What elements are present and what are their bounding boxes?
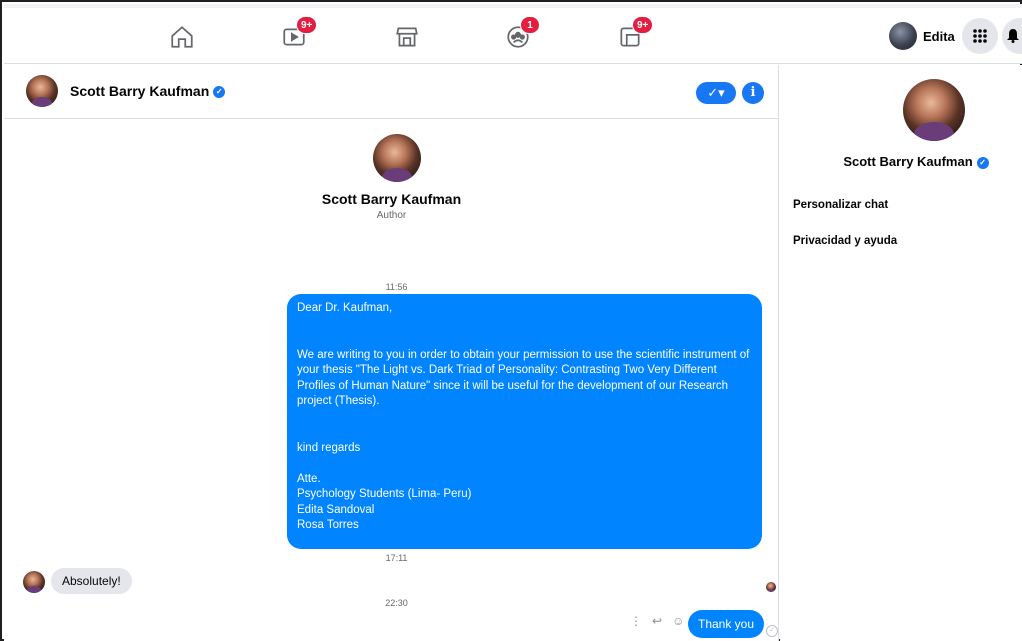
customize-chat-item[interactable]: Personalizar chat <box>793 199 888 211</box>
reply-icon[interactable]: ↩ <box>652 614 662 628</box>
react-icon[interactable]: ☺ <box>672 614 684 628</box>
info-panel: Scott Barry Kaufman ✓ Personalizar chat P… <box>780 65 1022 641</box>
groups-icon[interactable]: 1 <box>498 16 540 54</box>
window-frame: 9+ 1 9+ Edita Scott Barry Kaufman ✓ ✓▾ i… <box>0 0 1022 641</box>
info-icon[interactable]: i <box>742 82 764 104</box>
info-name: Scott Barry Kaufman ✓ <box>780 154 1022 169</box>
chat-header: Scott Barry Kaufman ✓ ✓▾ i <box>4 65 779 119</box>
info-name-text: Scott Barry Kaufman <box>843 154 973 169</box>
seen-check-button[interactable]: ✓▾ <box>696 82 736 104</box>
profile-avatar <box>889 22 917 50</box>
timestamp: 22:30 <box>385 598 408 608</box>
gaming-icon[interactable]: 9+ <box>610 16 654 54</box>
intro-role: Author <box>376 210 407 221</box>
watch-icon[interactable]: 9+ <box>274 16 318 54</box>
profile-chip[interactable]: Edita <box>889 20 955 52</box>
intro-avatar <box>373 134 421 182</box>
grid-menu-icon[interactable] <box>962 18 998 54</box>
chat-panel: Scott Barry Kaufman ✓ ✓▾ i Scott Barry Ka… <box>4 65 779 641</box>
message-text: Dear Dr. Kaufman, We are writing to you … <box>297 302 750 531</box>
message-actions: ⋮ ↩ ☺ <box>630 614 684 628</box>
top-navbar: 9+ 1 9+ Edita <box>4 8 1022 64</box>
verified-icon: ✓ <box>976 156 989 169</box>
sent-check-icon: ✓ <box>766 625 778 637</box>
profile-name: Edita <box>923 28 955 44</box>
home-icon[interactable] <box>162 20 202 54</box>
watch-badge: 9+ <box>296 16 318 34</box>
contact-avatar[interactable] <box>26 75 58 107</box>
timestamp: 17:11 <box>385 553 408 563</box>
privacy-help-item[interactable]: Privacidad y ayuda <box>793 235 897 247</box>
contact-name-header[interactable]: Scott Barry Kaufman ✓ <box>70 83 226 99</box>
outgoing-message[interactable]: Dear Dr. Kaufman, We are writing to you … <box>287 294 762 549</box>
more-options-icon[interactable]: ⋮ <box>630 614 642 628</box>
marketplace-icon[interactable] <box>387 20 427 54</box>
intro-name: Scott Barry Kaufman <box>321 191 462 207</box>
info-avatar[interactable] <box>903 79 965 141</box>
groups-badge: 1 <box>520 16 540 34</box>
gaming-badge: 9+ <box>632 16 654 34</box>
verified-icon: ✓ <box>213 86 226 99</box>
contact-name-text: Scott Barry Kaufman <box>70 83 210 99</box>
seen-avatar-icon <box>766 582 776 592</box>
outgoing-message[interactable]: Thank you <box>688 610 765 638</box>
incoming-avatar <box>23 571 45 593</box>
timestamp: 11:56 <box>385 282 408 292</box>
incoming-message[interactable]: Absolutely! <box>51 568 132 594</box>
bell-icon[interactable] <box>1002 18 1022 54</box>
